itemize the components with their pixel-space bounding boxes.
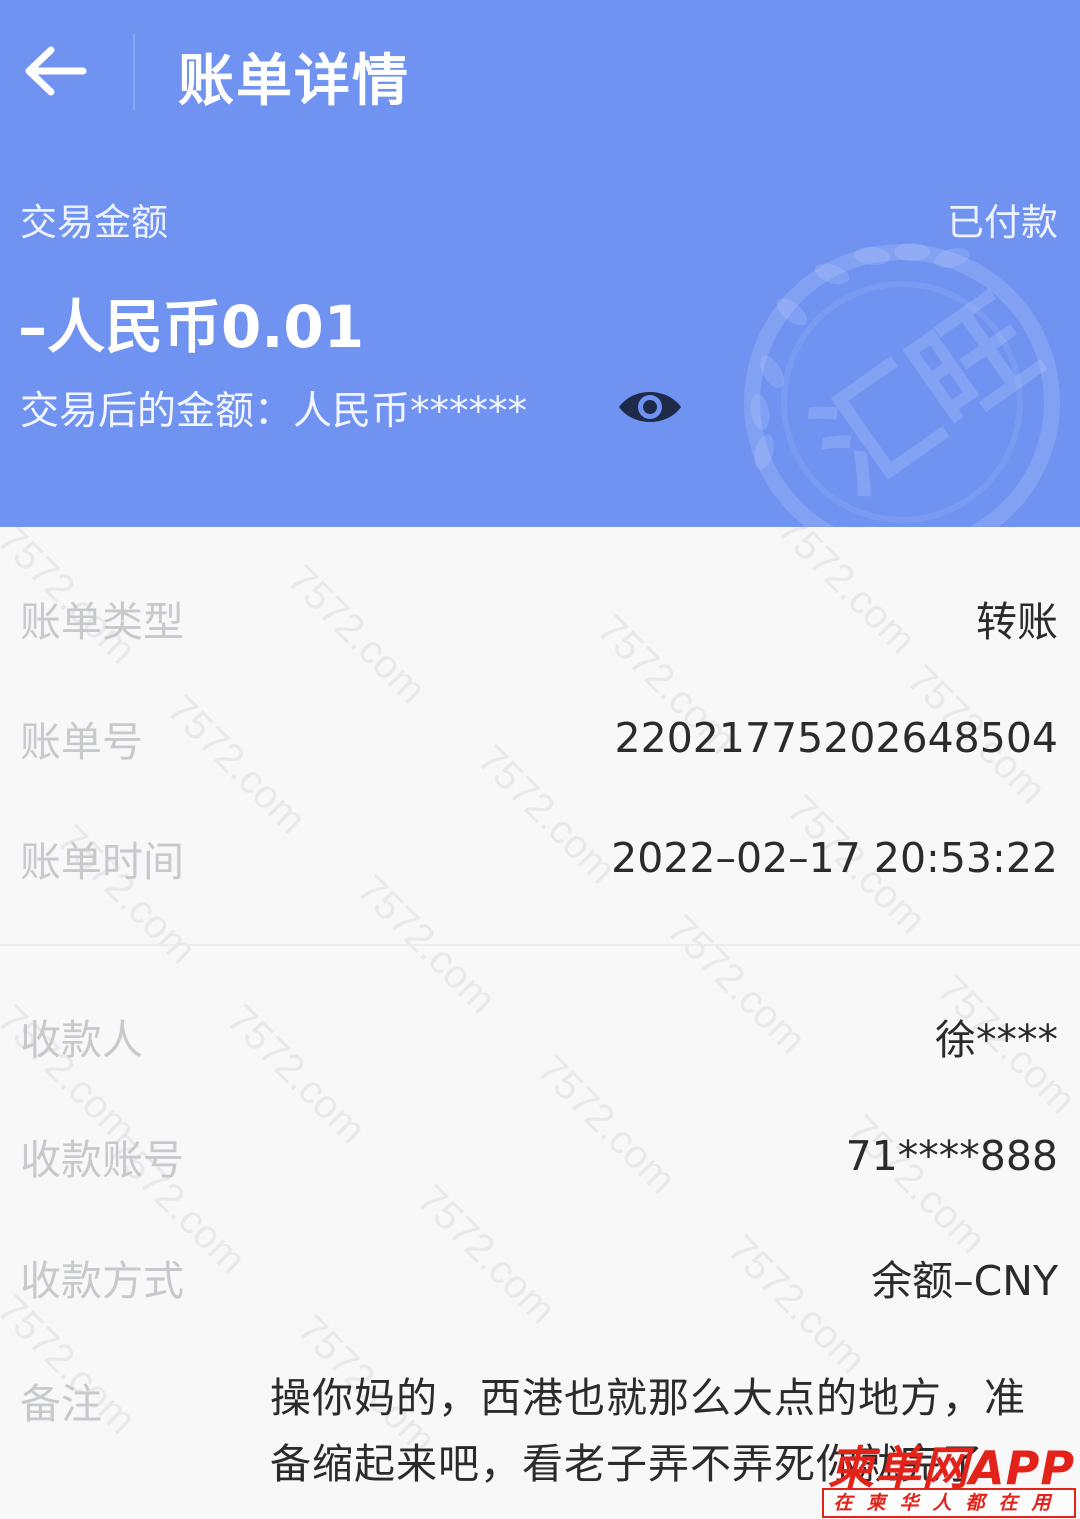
- detail-label: 账单类型: [20, 598, 184, 646]
- detail-row-payee-account: 收款账号 71****888: [20, 1126, 1058, 1186]
- detail-row-bill-number: 账单号 22021775202648504: [20, 708, 1058, 768]
- transaction-amount: –人民币0.01: [18, 293, 365, 361]
- logo-slogan: 在柬华人都在用: [822, 1488, 1076, 1518]
- detail-row-bill-type: 账单类型 转账: [20, 588, 1058, 648]
- detail-row-bill-time: 账单时间 2022–02–17 20:53:22: [20, 828, 1058, 888]
- note-label: 备注: [20, 1380, 102, 1428]
- detail-label: 账单时间: [20, 838, 184, 886]
- site-logo: 柬单网APP 在柬华人都在用: [820, 1432, 1076, 1518]
- detail-value: 余额–CNY: [871, 1257, 1058, 1305]
- detail-value: 71****888: [845, 1132, 1058, 1180]
- balance-label: 交易后的金额：: [20, 389, 294, 434]
- amount-label: 交易金额: [20, 201, 168, 244]
- header-divider: [133, 34, 135, 110]
- detail-value: 2022–02–17 20:53:22: [611, 834, 1058, 882]
- detail-row-payment-method: 收款方式 余额–CNY: [20, 1247, 1058, 1307]
- detail-row-payee: 收款人 徐****: [20, 1006, 1058, 1066]
- section-divider: [0, 944, 1080, 946]
- detail-label: 收款人: [20, 1016, 143, 1064]
- detail-value: 22021775202648504: [614, 714, 1058, 762]
- detail-label: 账单号: [20, 718, 143, 766]
- arrow-left-icon: [25, 46, 87, 96]
- balance-value: 人民币******: [293, 389, 528, 434]
- detail-label: 收款账号: [20, 1136, 184, 1184]
- status-badge: 已付款: [947, 201, 1058, 244]
- eye-icon[interactable]: [617, 384, 683, 430]
- detail-label: 收款方式: [20, 1257, 184, 1305]
- page-title: 账单详情: [178, 49, 410, 114]
- detail-value: 转账: [976, 598, 1058, 646]
- seal-watermark-icon: 汇旺: [744, 243, 1062, 527]
- back-button[interactable]: [22, 40, 88, 102]
- detail-value: 徐****: [935, 1016, 1058, 1064]
- bill-header: 汇旺 账单详情 交易金额 已付款 –人民币0.01 交易后的金额：人民币****…: [0, 0, 1080, 527]
- balance-after: 交易后的金额：人民币******: [20, 380, 527, 436]
